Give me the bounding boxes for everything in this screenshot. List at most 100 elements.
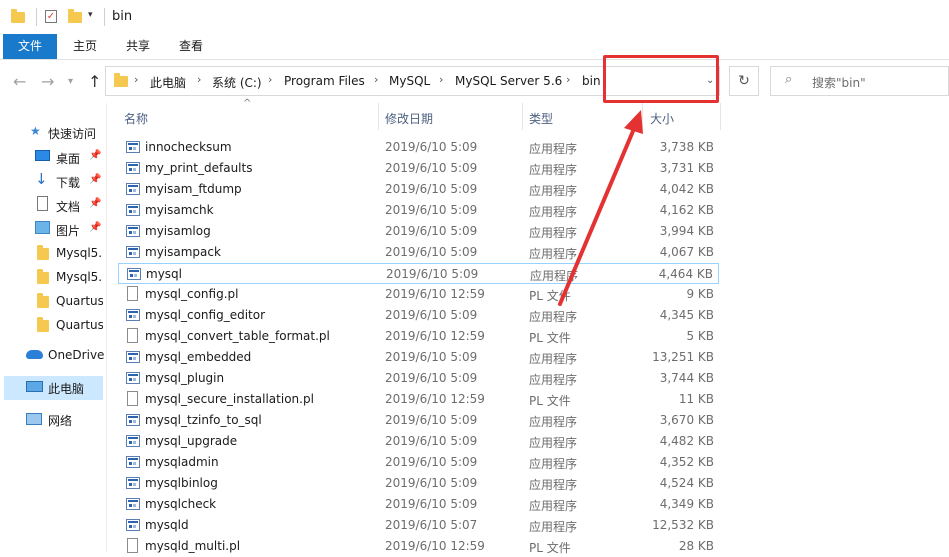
back-arrow-icon[interactable]: ← [13, 72, 26, 91]
sidebar-item-this-pc[interactable]: 此电脑 [48, 380, 84, 397]
application-icon [126, 351, 140, 363]
sidebar-item-downloads[interactable]: ↓ 下载 📌 [0, 170, 103, 192]
application-icon [126, 414, 140, 426]
search-input[interactable]: ⌕ 搜索"bin" [770, 66, 949, 96]
recent-locations-chevron-icon[interactable]: ▾ [68, 76, 73, 87]
file-date: 2019/6/10 5:09 [385, 203, 478, 217]
download-arrow-icon: ↓ [35, 170, 48, 188]
column-separator[interactable] [720, 103, 721, 130]
breadcrumb-separator-icon[interactable]: › [374, 73, 378, 86]
table-row[interactable]: mysqlbinlog 2019/6/10 5:09 应用程序 4,524 KB [118, 473, 719, 494]
file-name: mysql_config.pl [145, 287, 239, 301]
breadcrumb-program-files[interactable]: Program Files [284, 74, 365, 88]
breadcrumb-separator-icon[interactable]: › [134, 73, 138, 86]
sidebar-item-mysql56[interactable]: Mysql5.6 [0, 266, 103, 288]
table-row[interactable]: mysql_plugin 2019/6/10 5:09 应用程序 3,744 KB [118, 368, 719, 389]
file-size: 4,067 KB [659, 245, 714, 259]
breadcrumb-separator-icon[interactable]: › [197, 73, 201, 86]
table-row[interactable]: mysqld_multi.pl 2019/6/10 12:59 PL 文件 28 KB [118, 536, 719, 557]
table-row[interactable]: mysql_upgrade 2019/6/10 5:09 应用程序 4,482 KB [118, 431, 719, 452]
breadcrumb-this-pc[interactable]: 此电脑 [150, 74, 186, 91]
table-row[interactable]: mysqlcheck 2019/6/10 5:09 应用程序 4,349 KB [118, 494, 719, 515]
properties-icon[interactable]: ✓ [45, 10, 57, 23]
breadcrumb-mysql[interactable]: MySQL [389, 74, 430, 88]
quick-access-toolbar-dropdown-icon[interactable]: ▾ [88, 10, 93, 20]
column-separator[interactable] [522, 103, 523, 130]
sidebar-item-quartus-2[interactable]: Quartus [0, 314, 103, 336]
file-name: mysqlcheck [145, 497, 217, 511]
file-size: 11 KB [678, 392, 714, 406]
folder-icon [37, 293, 49, 308]
column-header-date[interactable]: 修改日期 [385, 110, 433, 127]
file-size: 4,352 KB [659, 455, 714, 469]
file-type: PL 文件 [529, 331, 571, 345]
table-row[interactable]: mysql_embedded 2019/6/10 5:09 应用程序 13,251 K… [118, 347, 719, 368]
application-icon [126, 246, 140, 258]
application-icon [126, 162, 140, 174]
column-header-name[interactable]: 名称 [124, 110, 148, 127]
sidebar-item-label: Mysql5.6 [56, 270, 103, 284]
file-type: 应用程序 [529, 352, 578, 366]
file-size: 9 KB [686, 287, 714, 301]
breadcrumb-separator-icon[interactable]: › [439, 73, 443, 86]
folder-icon [37, 245, 49, 260]
file-size: 3,731 KB [659, 161, 714, 175]
file-date: 2019/6/10 5:09 [385, 308, 478, 322]
column-separator[interactable] [378, 103, 379, 130]
document-icon [127, 286, 138, 301]
file-size: 4,524 KB [659, 476, 714, 490]
file-size: 4,464 KB [658, 267, 713, 281]
ribbon-tabs: 文件 主页 共享 查看 [0, 34, 949, 60]
breadcrumb-mysql-server[interactable]: MySQL Server 5.6 [455, 74, 562, 88]
file-size: 3,670 KB [659, 413, 714, 427]
file-size: 3,994 KB [659, 224, 714, 238]
file-name: myisampack [145, 245, 221, 259]
tab-share[interactable]: 共享 [115, 34, 161, 59]
breadcrumb-separator-icon[interactable]: › [566, 73, 570, 86]
window-title: bin [112, 9, 133, 24]
column-header-size[interactable]: 大小 [650, 110, 674, 127]
file-date: 2019/6/10 5:09 [385, 224, 478, 238]
application-icon [126, 435, 140, 447]
table-row[interactable]: mysql_tzinfo_to_sql 2019/6/10 5:09 应用程序 3,6… [118, 410, 719, 431]
table-row[interactable]: mysql_convert_table_format.pl 2019/6/10 1… [118, 326, 719, 347]
file-date: 2019/6/10 12:59 [385, 287, 485, 301]
file-size: 4,345 KB [659, 308, 714, 322]
sidebar-item-documents[interactable]: 文档 📌 [0, 194, 103, 216]
file-date: 2019/6/10 5:09 [385, 497, 478, 511]
file-name: mysql_config_editor [145, 308, 266, 322]
breadcrumb-drive-c[interactable]: 系统 (C:) [212, 74, 262, 91]
file-name: my_print_defaults [145, 161, 253, 175]
file-name: mysql [146, 267, 182, 281]
file-date: 2019/6/10 12:59 [385, 392, 485, 406]
breadcrumb-bin[interactable]: bin [582, 74, 601, 88]
folder-icon [37, 269, 49, 284]
sidebar-item-onedrive[interactable]: OneDrive [48, 348, 104, 362]
sidebar-item-quick-access[interactable]: 快速访问 [48, 125, 96, 142]
sidebar-item-network[interactable]: 网络 [48, 412, 72, 429]
tab-view[interactable]: 查看 [168, 34, 214, 59]
file-date: 2019/6/10 5:09 [385, 455, 478, 469]
tab-home[interactable]: 主页 [62, 34, 108, 59]
new-folder-icon[interactable] [68, 9, 82, 23]
file-date: 2019/6/10 5:09 [385, 434, 478, 448]
tab-file[interactable]: 文件 [3, 34, 57, 59]
sidebar-item-desktop[interactable]: 桌面 📌 [0, 146, 103, 168]
refresh-button[interactable]: ↻ [729, 66, 759, 96]
folder-icon [114, 73, 128, 87]
file-date: 2019/6/10 5:09 [386, 267, 479, 281]
divider [36, 8, 37, 26]
sidebar-item-mysql55[interactable]: Mysql5.5 [0, 242, 103, 264]
sidebar-item-pictures[interactable]: 图片 📌 [0, 218, 103, 240]
application-icon [127, 268, 141, 280]
application-icon [126, 456, 140, 468]
table-row[interactable]: mysqld 2019/6/10 5:07 应用程序 12,532 KB [118, 515, 719, 536]
forward-arrow-icon[interactable]: → [41, 72, 54, 91]
file-date: 2019/6/10 5:09 [385, 182, 478, 196]
file-name: mysql_upgrade [145, 434, 238, 448]
table-row[interactable]: mysqladmin 2019/6/10 5:09 应用程序 4,352 KB [118, 452, 719, 473]
up-arrow-icon[interactable]: ↑ [88, 72, 101, 91]
breadcrumb-separator-icon[interactable]: › [268, 73, 272, 86]
sidebar-item-quartus[interactable]: Quartus [0, 290, 103, 312]
table-row[interactable]: mysql_secure_installation.pl 2019/6/10 12… [118, 389, 719, 410]
